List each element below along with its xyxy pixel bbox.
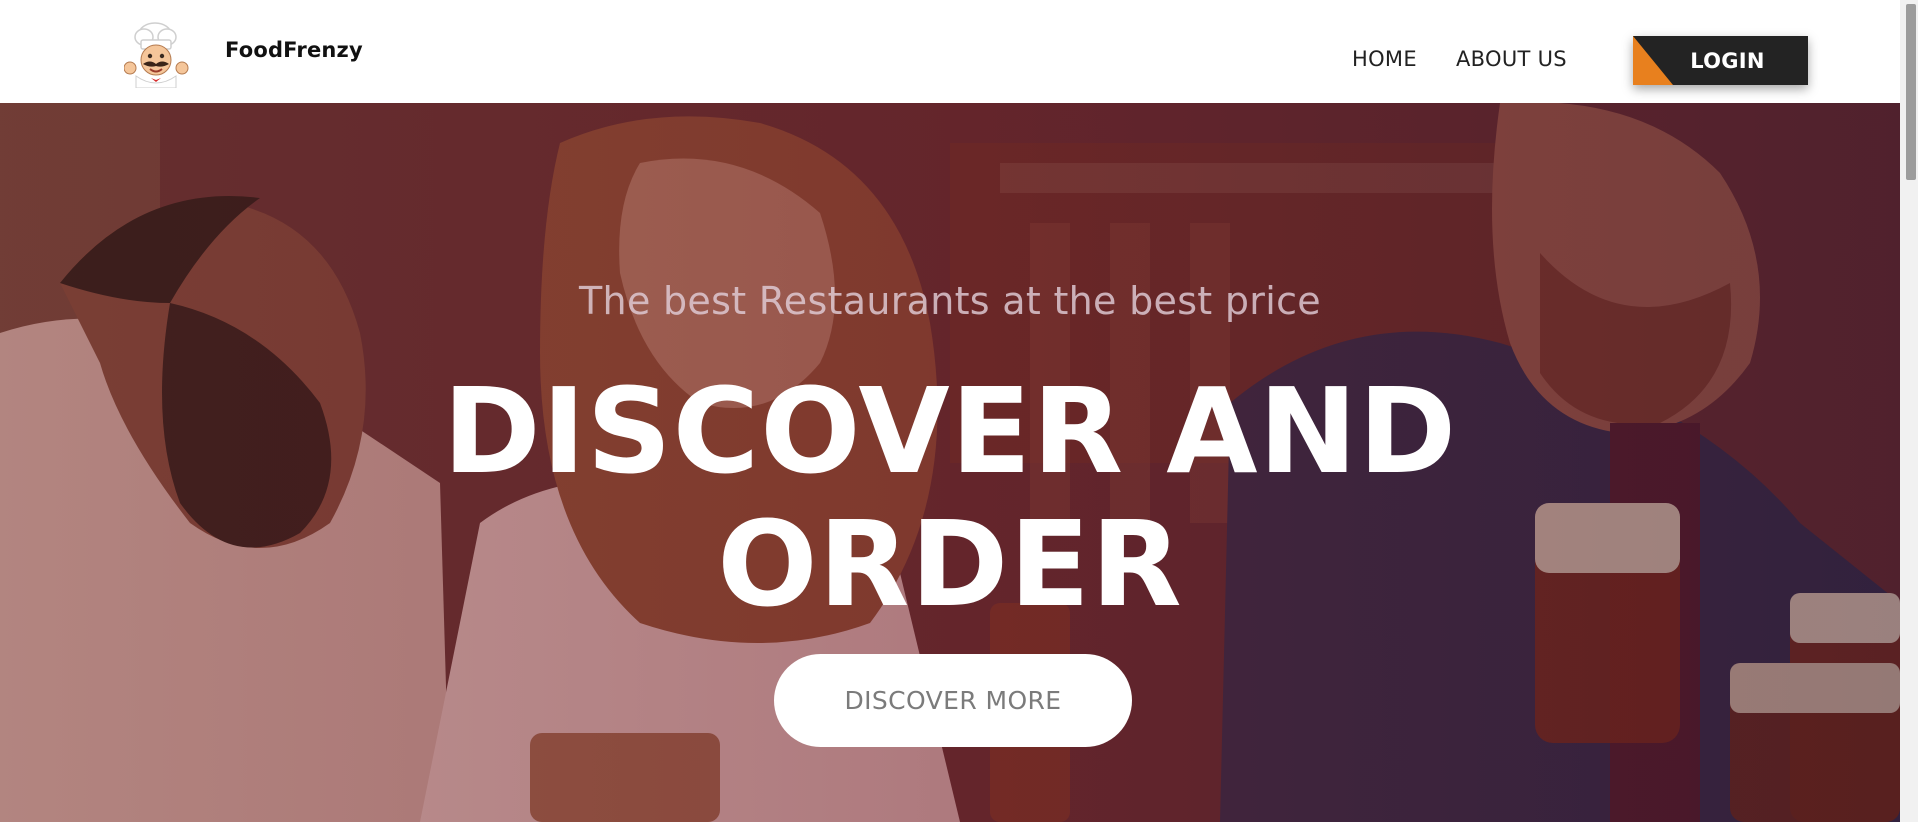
nav-home-link[interactable]: HOME (1352, 47, 1417, 71)
nav-about-link[interactable]: ABOUT US (1456, 47, 1567, 71)
login-button-label: LOGIN (1690, 48, 1765, 73)
hero-tagline: The best Restaurants at the best price (579, 279, 1321, 323)
chef-mascot-icon[interactable] (123, 18, 190, 89)
brand-name[interactable]: FoodFrenzy (225, 38, 363, 62)
discover-more-button[interactable]: DISCOVER MORE (774, 654, 1132, 747)
hero-headline-line1: DISCOVER AND (442, 362, 1458, 500)
site-header: FoodFrenzy HOME ABOUT US LOGIN (0, 0, 1900, 103)
login-button[interactable]: LOGIN (1633, 36, 1808, 85)
scrollbar-thumb[interactable] (1906, 4, 1916, 180)
hero-headline-line2: ORDER (717, 495, 1183, 633)
hero-headline: DISCOVER AND ORDER (0, 365, 1900, 631)
login-accent-corner (1633, 36, 1673, 85)
hero-section: The best Restaurants at the best price D… (0, 103, 1900, 822)
page-scrollbar[interactable] (1900, 0, 1918, 822)
